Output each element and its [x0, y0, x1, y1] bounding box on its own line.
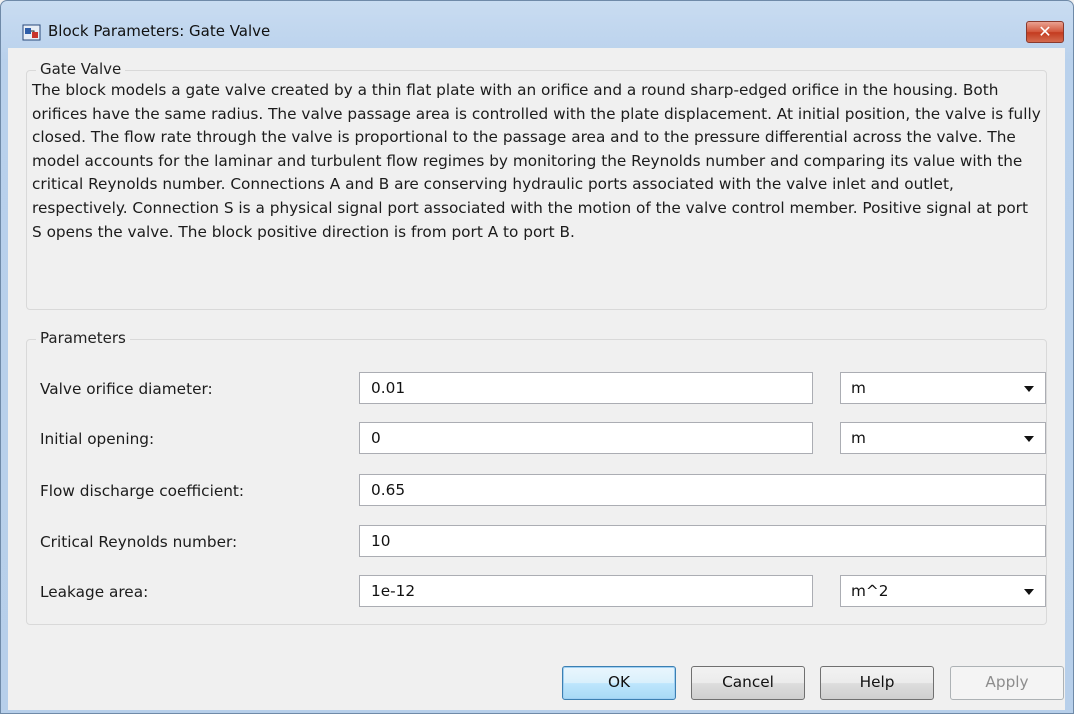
critical-reynolds-number-label: Critical Reynolds number:: [40, 533, 238, 551]
initial-opening-unit-value: m: [851, 429, 866, 447]
initial-opening-input[interactable]: 0: [359, 422, 813, 454]
ok-button[interactable]: OK: [562, 666, 676, 700]
block-description: The block models a gate valve created by…: [32, 81, 1041, 241]
parameters-group-title: Parameters: [36, 329, 130, 347]
cancel-button[interactable]: Cancel: [691, 666, 805, 700]
critical-reynolds-number-input[interactable]: 10: [359, 525, 1046, 557]
initial-opening-label: Initial opening:: [40, 430, 155, 448]
dropdown-arrow-icon: [1024, 589, 1034, 595]
valve-orifice-diameter-unit-dropdown[interactable]: m: [840, 372, 1046, 404]
leakage-area-unit-value: m^2: [851, 582, 889, 600]
dropdown-arrow-icon: [1024, 436, 1034, 442]
valve-orifice-diameter-label: Valve orifice diameter:: [40, 380, 213, 398]
simulink-block-icon: [22, 24, 41, 41]
leakage-area-input[interactable]: 1e-12: [359, 575, 813, 607]
initial-opening-unit-dropdown[interactable]: m: [840, 422, 1046, 454]
title-bar[interactable]: Block Parameters: Gate Valve ✕: [1, 1, 1073, 49]
leakage-area-label: Leakage area:: [40, 583, 149, 601]
dropdown-arrow-icon: [1024, 386, 1034, 392]
window-title: Block Parameters: Gate Valve: [48, 22, 271, 40]
valve-orifice-diameter-input[interactable]: 0.01: [359, 372, 813, 404]
apply-button[interactable]: Apply: [950, 666, 1064, 700]
flow-discharge-coefficient-label: Flow discharge coefficient:: [40, 482, 245, 500]
leakage-area-unit-dropdown[interactable]: m^2: [840, 575, 1046, 607]
help-button[interactable]: Help: [820, 666, 934, 700]
flow-discharge-coefficient-input[interactable]: 0.65: [359, 474, 1046, 506]
valve-orifice-diameter-unit-value: m: [851, 379, 866, 397]
close-button[interactable]: ✕: [1026, 21, 1064, 43]
description-group-title: Gate Valve: [36, 60, 126, 78]
